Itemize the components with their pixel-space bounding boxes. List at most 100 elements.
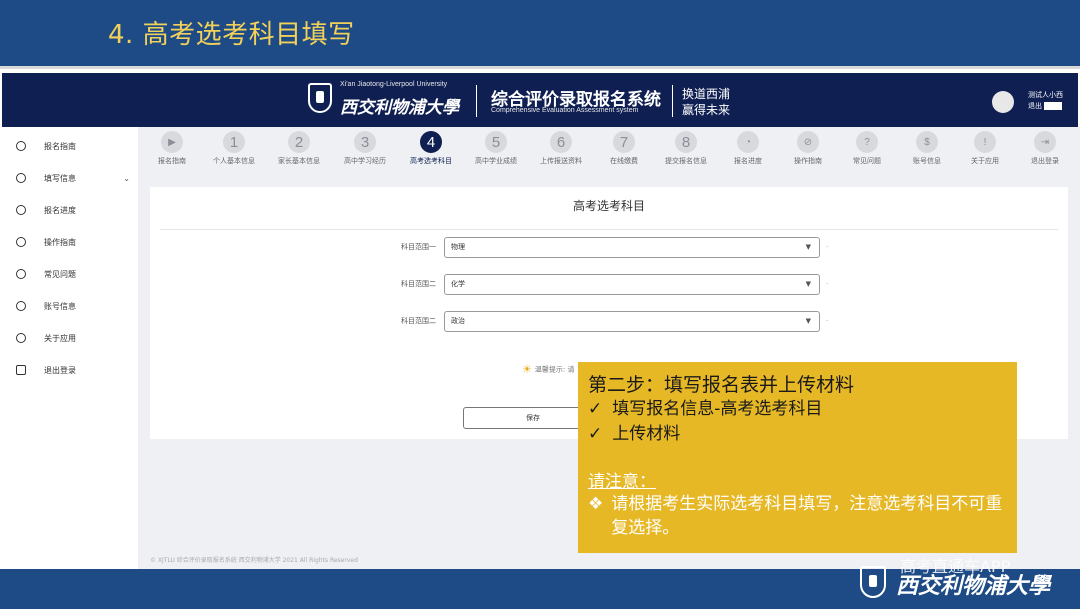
select-value: 物理	[451, 243, 465, 251]
step-number: 3	[354, 131, 376, 153]
step-label: 上传报送资料	[540, 157, 582, 165]
callout-check-item: ✓ 填写报名信息-高考选考科目	[588, 397, 1007, 422]
callout-check-item: ✓ 上传材料	[588, 422, 1007, 447]
edit-icon	[16, 173, 26, 183]
dropdown-arrow-icon: ▼	[805, 242, 811, 251]
brand-logo-text: 西交利物浦大學	[896, 573, 1051, 599]
subject-select-3[interactable]: 政治 ▼	[444, 310, 820, 332]
step-4[interactable]: 4 高考选考科目	[400, 131, 462, 166]
question-icon	[16, 269, 26, 279]
sidebar-item-progress[interactable]: 报名进度	[16, 201, 130, 219]
chevron-down-icon: ⌄	[123, 173, 130, 183]
callout-warning-title: 请注意：	[588, 472, 656, 492]
university-crest-icon	[308, 83, 332, 113]
step-guide[interactable]: ▶ 报名指南	[141, 131, 203, 166]
step-label: 个人基本信息	[213, 157, 255, 165]
step-label: 在线缴费	[610, 157, 638, 165]
copyright-footer: © XJTLU 综合评价录取报名系统 西交利物浦大学 2021 All Righ…	[150, 557, 358, 564]
hint-label: 温馨提示: 请	[534, 365, 575, 374]
compass-icon	[16, 237, 26, 247]
sidebar-item-fill-info[interactable]: 填写信息 ⌄	[16, 169, 130, 187]
step-label: 操作指南	[794, 157, 822, 165]
logout-icon: ⇥	[1034, 131, 1056, 153]
required-marker: ·	[826, 317, 829, 325]
step-6[interactable]: 6 上传报送资料	[530, 131, 592, 166]
step-account[interactable]: $ 账号信息	[896, 131, 958, 166]
sidebar-item-logout[interactable]: 退出登录	[16, 361, 130, 379]
slogan-line1: 换道西浦	[682, 87, 731, 101]
sidebar: 报名指南 填写信息 ⌄ 报名进度 操作指南 常见问题 账号信息 关于应用 退出登录	[0, 127, 138, 569]
required-marker: ·	[826, 243, 829, 251]
hint-text: ☀ 温馨提示: 请	[522, 363, 574, 376]
dropdown-arrow-icon: ▼	[805, 316, 811, 325]
lightbulb-icon: ☀	[522, 363, 532, 376]
subject-select-2[interactable]: 化学 ▼	[444, 273, 820, 295]
step-number: 1	[223, 131, 245, 153]
sidebar-item-account[interactable]: 账号信息	[16, 297, 130, 315]
diamond-bullet-icon: ❖	[588, 494, 604, 514]
divider	[160, 229, 1058, 230]
select-value: 政治	[451, 317, 465, 325]
step-operation-guide[interactable]: ⊘ 操作指南	[777, 131, 839, 166]
sidebar-item-label: 账号信息	[44, 301, 76, 311]
sidebar-item-label: 常见问题	[44, 269, 76, 279]
step-label: 高中学习经历	[344, 157, 386, 165]
header-divider	[476, 85, 477, 117]
step-label: 关于应用	[971, 157, 999, 165]
account-icon: $	[916, 131, 938, 153]
compass-icon: ⊘	[797, 131, 819, 153]
sidebar-item-guide[interactable]: 报名指南	[16, 137, 130, 155]
step-7[interactable]: 7 在线缴费	[593, 131, 655, 166]
university-crest-icon	[860, 566, 886, 598]
user-avatar[interactable]	[992, 91, 1014, 113]
user-tag-label: 退出	[1028, 102, 1042, 110]
step-label: 提交报名信息	[665, 157, 707, 165]
step-about[interactable]: ! 关于应用	[954, 131, 1016, 166]
user-tag[interactable]: 退出	[1028, 101, 1062, 111]
step-1[interactable]: 1 个人基本信息	[203, 131, 265, 166]
sidebar-item-about[interactable]: 关于应用	[16, 329, 130, 347]
sidebar-item-faq[interactable]: 常见问题	[16, 265, 130, 283]
info-icon: !	[974, 131, 996, 153]
sidebar-item-label: 操作指南	[44, 237, 76, 247]
form-title: 高考选考科目	[572, 199, 645, 213]
slide-title: 4. 高考选考科目填写	[108, 20, 355, 50]
sidebar-item-label: 报名进度	[44, 205, 76, 215]
step-number: 7	[613, 131, 635, 153]
step-label: 常见问题	[853, 157, 881, 165]
step-8[interactable]: 8 提交报名信息	[655, 131, 717, 166]
required-marker: ·	[826, 280, 829, 288]
step-faq[interactable]: ? 常见问题	[836, 131, 898, 166]
user-tag-box	[1044, 102, 1062, 110]
play-icon: ▶	[161, 131, 183, 153]
field-label: 科目范围二	[401, 280, 436, 288]
university-name-cn: 西交利物浦大學	[340, 98, 459, 118]
sidebar-item-label: 报名指南	[44, 141, 76, 151]
subject-select-1[interactable]: 物理 ▼	[444, 236, 820, 258]
step-label: 高考选考科目	[410, 157, 452, 165]
step-5[interactable]: 5 高中学业成绩	[465, 131, 527, 166]
gauge-icon	[16, 205, 26, 215]
check-label: 上传材料	[612, 424, 681, 444]
sidebar-item-label: 关于应用	[44, 333, 76, 343]
question-icon: ?	[856, 131, 878, 153]
sidebar-item-label: 填写信息	[44, 173, 76, 183]
step-navigation: ▶ 报名指南 1 个人基本信息 2 家长基本信息 3 高中学习经历 4 高考选考科目 5 高…	[138, 131, 1080, 173]
step-number: 4	[420, 131, 442, 153]
instruction-callout: 第二步：填写报名表并上传材料 ✓ 填写报名信息-高考选考科目 ✓ 上传材料 请注意：…	[578, 362, 1017, 553]
subject-row-2: 科目范围二 化学 ▼ ·	[350, 273, 830, 295]
field-label: 科目范围一	[401, 243, 436, 251]
user-name[interactable]: 测试人小西	[1028, 90, 1063, 100]
step-progress[interactable]: ◔ 报名进度	[717, 131, 779, 166]
check-label: 填写报名信息-高考选考科目	[612, 399, 823, 419]
step-label: 报名进度	[734, 157, 762, 165]
step-label: 报名指南	[158, 157, 186, 165]
checkmark-icon: ✓	[588, 424, 603, 444]
step-number: 8	[675, 131, 697, 153]
step-2[interactable]: 2 家长基本信息	[268, 131, 330, 166]
step-logout[interactable]: ⇥ 退出登录	[1014, 131, 1076, 166]
step-label: 退出登录	[1031, 157, 1059, 165]
university-name-en: Xi'an Jiaotong-Liverpool University	[340, 81, 448, 88]
step-3[interactable]: 3 高中学习经历	[334, 131, 396, 166]
sidebar-item-operation-guide[interactable]: 操作指南	[16, 233, 130, 251]
